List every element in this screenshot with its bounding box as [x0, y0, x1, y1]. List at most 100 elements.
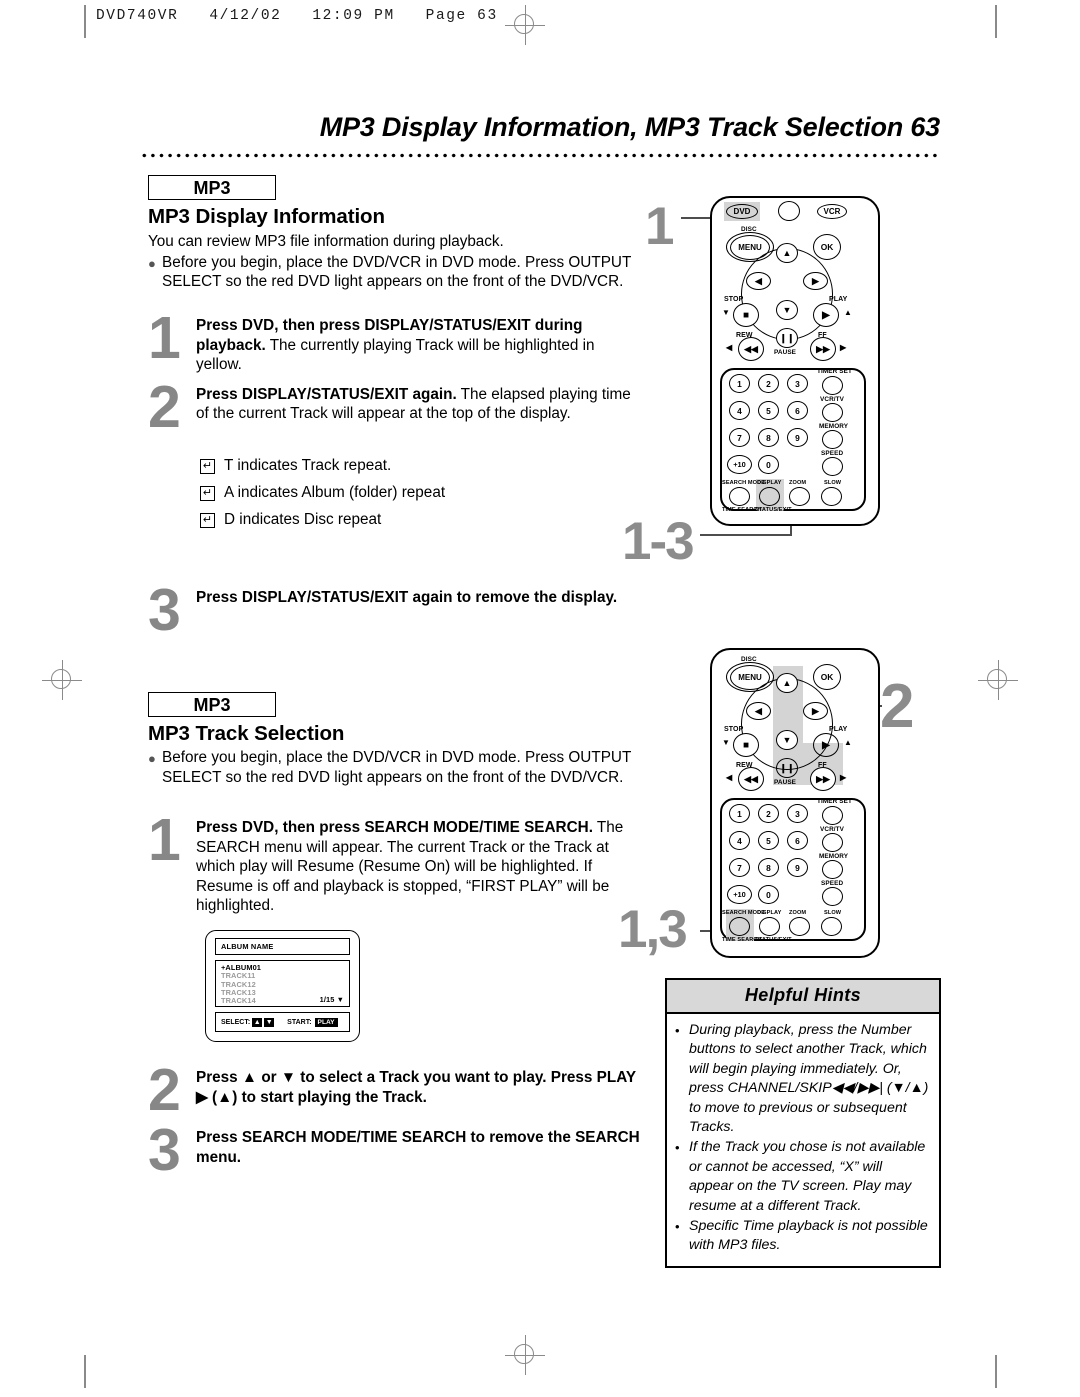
- rew-left-arrow-icon: ◀: [726, 773, 733, 782]
- ff-right-arrow-icon: ▶: [840, 773, 847, 782]
- number-button-5[interactable]: 5: [758, 831, 779, 850]
- dpad-up-button[interactable]: ▲: [776, 243, 798, 263]
- timer-set-label: TIMER SET: [817, 368, 852, 375]
- number-button-2[interactable]: 2: [758, 374, 779, 393]
- number-button-8[interactable]: 8: [758, 428, 779, 447]
- stop-down-arrow-icon: ▼: [722, 308, 731, 317]
- number-button-1[interactable]: 1: [729, 374, 750, 393]
- dvd-button[interactable]: DVD: [726, 204, 758, 219]
- hint-text: If the Track you chose is not available …: [689, 1139, 926, 1214]
- speed-button[interactable]: [822, 887, 843, 906]
- timer-set-button[interactable]: [822, 376, 843, 395]
- dpad-up-button[interactable]: ▲: [776, 673, 798, 693]
- number-button-plus10[interactable]: +10: [727, 455, 752, 474]
- rew-button[interactable]: ◀◀: [738, 767, 764, 791]
- display-status-exit-button[interactable]: [759, 487, 780, 506]
- memory-button[interactable]: [822, 860, 843, 879]
- memory-button[interactable]: [822, 430, 843, 449]
- number-button-8[interactable]: 8: [758, 858, 779, 877]
- zoom-label: ZOOM: [789, 910, 807, 916]
- repeat-loop-icon: ↵: [200, 459, 215, 474]
- number-button-7[interactable]: 7: [729, 428, 750, 447]
- ff-button[interactable]: ▶▶: [810, 337, 836, 361]
- number-button-6[interactable]: 6: [787, 401, 808, 420]
- number-button-plus10[interactable]: +10: [727, 885, 752, 904]
- registration-mark-right: [978, 660, 1018, 700]
- display-status-exit-button[interactable]: [759, 917, 780, 936]
- dpad-right-button[interactable]: ▶: [803, 272, 828, 290]
- screen-footer-bar: SELECT: ▲ ▼ START: PLAY: [215, 1012, 350, 1032]
- crop-line-top-left: [84, 5, 87, 38]
- crop-line-bottom-right: [995, 1355, 998, 1388]
- slow-button[interactable]: [821, 917, 842, 936]
- search-mode-time-search-button[interactable]: [729, 917, 750, 936]
- helpful-hints-body: • During playback, press the Number butt…: [667, 1014, 939, 1266]
- dpad-right-button[interactable]: ▶: [803, 702, 828, 720]
- repeat-item-text: T indicates Track repeat.: [224, 457, 392, 474]
- vcr-tv-label: VCR/TV: [820, 396, 845, 403]
- timer-set-button[interactable]: [822, 806, 843, 825]
- ff-button[interactable]: ▶▶: [810, 767, 836, 791]
- hint-item: • Specific Time playback is not possible…: [675, 1217, 929, 1256]
- section1-intro: You can review MP3 file information duri…: [148, 233, 504, 250]
- section2-heading: MP3 Track Selection: [148, 722, 345, 745]
- pause-button[interactable]: ❙❙: [776, 328, 798, 348]
- repeat-item-text: D indicates Disc repeat: [224, 511, 382, 528]
- number-button-1[interactable]: 1: [729, 804, 750, 823]
- repeat-item: ↵ A indicates Album (folder) repeat: [200, 484, 640, 502]
- number-button-0[interactable]: 0: [758, 885, 779, 904]
- number-button-6[interactable]: 6: [787, 831, 808, 850]
- pause-label: PAUSE: [774, 349, 797, 356]
- section1-bullet-text: Before you begin, place the DVD/VCR in D…: [162, 253, 632, 291]
- play-button[interactable]: ▶: [813, 303, 839, 327]
- status-exit-label: STATUS/EXIT: [755, 507, 792, 513]
- number-button-0[interactable]: 0: [758, 455, 779, 474]
- search-mode-time-search-button[interactable]: [729, 487, 750, 506]
- dpad-down-button[interactable]: ▼: [776, 300, 798, 320]
- number-button-5[interactable]: 5: [758, 401, 779, 420]
- section2-bullet: ● Before you begin, place the DVD/VCR in…: [148, 748, 640, 787]
- step-text: Press DVD, then press DISPLAY/STATUS/EXI…: [196, 316, 640, 375]
- rew-left-arrow-icon: ◀: [726, 343, 733, 352]
- stop-button[interactable]: ■: [733, 733, 759, 757]
- zoom-button[interactable]: [789, 917, 810, 936]
- zoom-button[interactable]: [789, 487, 810, 506]
- timer-set-label: TIMER SET: [817, 798, 852, 805]
- dpad-left-button[interactable]: ◀: [746, 702, 771, 720]
- vcr-tv-button[interactable]: [822, 403, 843, 422]
- step-number: 3: [148, 577, 181, 643]
- vcr-tv-button[interactable]: [822, 833, 843, 852]
- power-button[interactable]: [778, 201, 800, 221]
- speed-label: SPEED: [821, 880, 844, 887]
- dpad-down-button[interactable]: ▼: [776, 730, 798, 750]
- number-button-3[interactable]: 3: [787, 374, 808, 393]
- section2-step1: 1 Press DVD, then press SEARCH MODE/TIME…: [148, 811, 640, 918]
- number-button-2[interactable]: 2: [758, 804, 779, 823]
- number-button-4[interactable]: 4: [729, 401, 750, 420]
- start-label: START:: [287, 1018, 312, 1026]
- pause-button[interactable]: ❙❙: [776, 758, 798, 778]
- ok-button[interactable]: OK: [813, 234, 841, 260]
- number-button-9[interactable]: 9: [787, 428, 808, 447]
- step-item: 1 Press DVD, then press SEARCH MODE/TIME…: [148, 811, 640, 916]
- ok-button[interactable]: OK: [813, 664, 841, 690]
- slow-button[interactable]: [821, 487, 842, 506]
- stop-button[interactable]: ■: [733, 303, 759, 327]
- dpad-left-button[interactable]: ◀: [746, 272, 771, 290]
- step-item: 3 Press DISPLAY/STATUS/EXIT again to rem…: [148, 581, 640, 640]
- number-button-3[interactable]: 3: [787, 804, 808, 823]
- number-button-9[interactable]: 9: [787, 858, 808, 877]
- number-button-7[interactable]: 7: [729, 858, 750, 877]
- rew-button[interactable]: ◀◀: [738, 337, 764, 361]
- play-button[interactable]: ▶: [813, 733, 839, 757]
- vcr-button[interactable]: VCR: [817, 204, 847, 219]
- file-header: DVD740VR 4/12/02 12:09 PM Page 63: [96, 8, 498, 24]
- number-button-4[interactable]: 4: [729, 831, 750, 850]
- down-arrow-icon: ▼: [264, 1017, 275, 1027]
- memory-label: MEMORY: [819, 853, 849, 860]
- mp3-tag-2: MP3: [148, 692, 276, 717]
- page-title: MP3 Display Information, MP3 Track Selec…: [319, 112, 941, 142]
- speed-button[interactable]: [822, 457, 843, 476]
- repeat-loop-icon: ↵: [200, 486, 215, 501]
- step-bold-text: Press ▲ or ▼ to select a Track you want …: [196, 1069, 636, 1106]
